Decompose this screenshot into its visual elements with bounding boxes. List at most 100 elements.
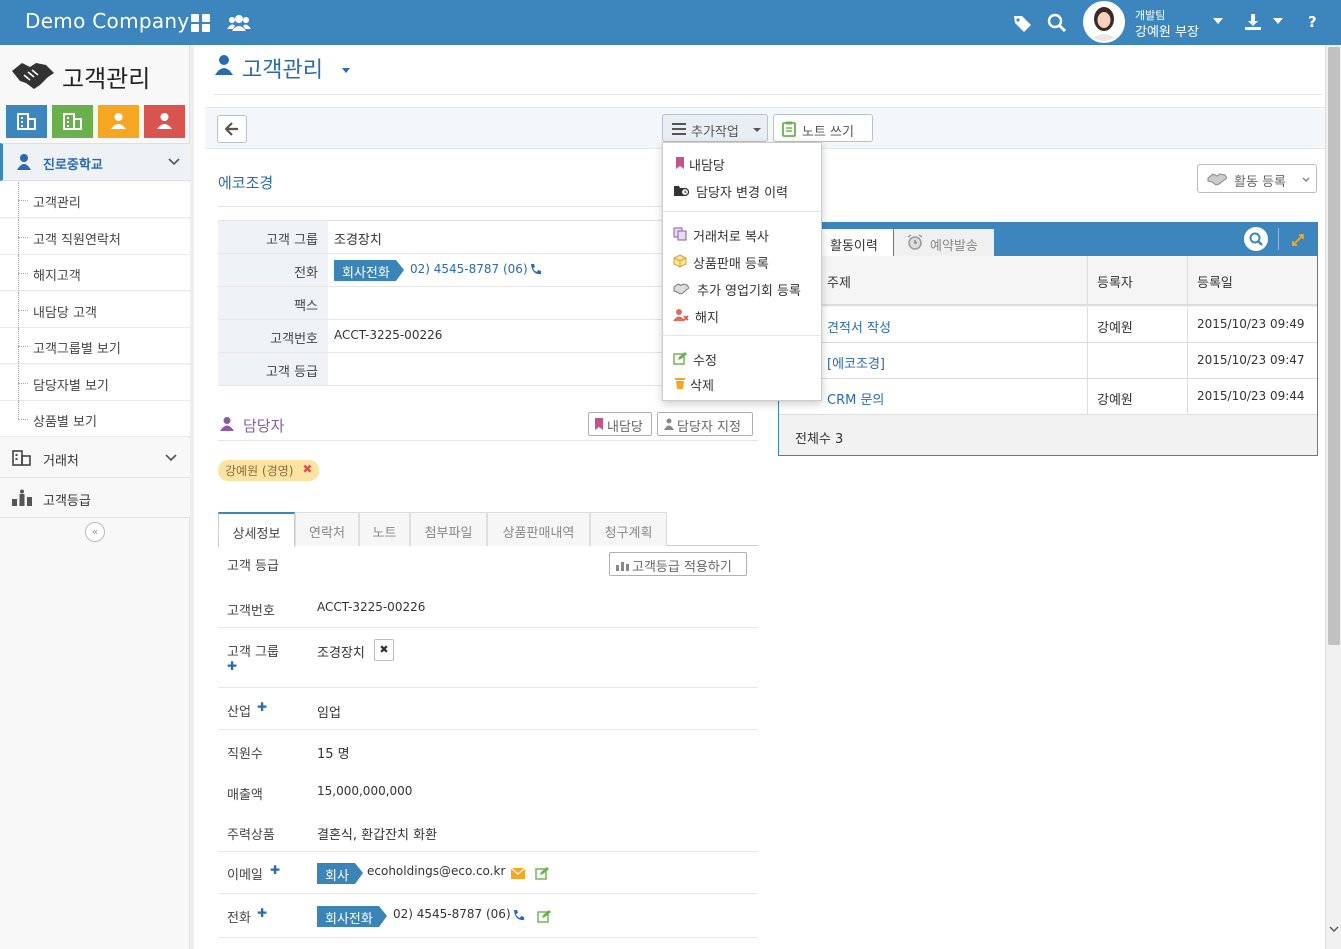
info-row-group: 고객 그룹 조경장치 (218, 221, 668, 254)
quick-button-accounts[interactable] (52, 105, 93, 138)
tab-scheduled-send[interactable]: 예약발송 (894, 229, 994, 256)
user-icon (111, 113, 126, 129)
sidebar-item-active[interactable]: 진로중학교 (0, 143, 190, 181)
menu-item-copy-to-account[interactable]: 거래처로 복사 (663, 222, 821, 246)
sidebar-subitem[interactable]: 해지고객 (0, 255, 190, 291)
user-avatar[interactable] (1083, 1, 1125, 43)
menu-item-edit[interactable]: 수정 (663, 346, 821, 370)
my-owner-button[interactable]: 내담당 (588, 412, 652, 436)
trash-icon (675, 378, 685, 389)
menu-item-product-sale[interactable]: 상품판매 등록 (663, 249, 821, 273)
brand-name[interactable]: Demo Company (25, 9, 190, 33)
menu-item-delete[interactable]: 삭제 (663, 371, 821, 395)
tab-sales-history[interactable]: 상품판매내역 (487, 512, 590, 546)
search-icon[interactable] (1046, 12, 1068, 34)
tab-billing-plan[interactable]: 청구계획 (590, 512, 667, 546)
caret-down-icon[interactable] (1272, 15, 1284, 37)
detail-tabs: 상세정보 연락처 노트 첨부파일 상품판매내역 청구계획 (218, 510, 758, 547)
clipboard-icon (782, 121, 796, 137)
remove-owner-icon[interactable]: ✖ (302, 462, 312, 476)
alarm-clock-icon (907, 234, 923, 250)
sidebar-subitem[interactable]: 담당자별 보기 (0, 365, 190, 401)
sidebar-subitem[interactable]: 내담당 고객 (0, 292, 190, 328)
more-actions-button[interactable]: 추가작업 (662, 114, 768, 142)
sidebar-item-grades[interactable]: 고객등급 (0, 478, 190, 518)
chevron-down-icon[interactable] (168, 158, 180, 166)
add-phone-icon[interactable]: ✚ (257, 906, 267, 920)
grade-icon (12, 489, 32, 506)
email-type-tag: 회사 (317, 863, 363, 884)
apply-grade-button[interactable]: 고객등급 적용하기 (609, 552, 747, 576)
table-row[interactable]: CRM 문의 강예원 2015/10/23 09:44 (779, 379, 1317, 415)
activity-total-count: 전체수 3 (795, 432, 844, 447)
write-note-button[interactable]: 노트 쓰기 (773, 114, 873, 142)
caret-down-icon[interactable] (341, 66, 351, 74)
bookmark-icon (595, 418, 603, 430)
edit-icon[interactable] (535, 866, 549, 880)
page-scrollbar[interactable] (1325, 45, 1341, 949)
detail-row-sales: 매출액 15,000,000,000 (227, 784, 413, 803)
users-icon[interactable] (226, 12, 252, 34)
scroll-down-arrow-icon[interactable] (1329, 925, 1339, 933)
bookmark-icon (676, 157, 684, 169)
phone-link[interactable]: 02) 4545-8787 (06) (410, 262, 528, 276)
info-row-fax: 팩스 (218, 287, 668, 320)
back-button[interactable] (217, 115, 247, 143)
phone-icon[interactable] (529, 263, 543, 277)
register-activity-button[interactable]: 활동 등록 (1197, 164, 1317, 193)
activity-search-button[interactable] (1244, 227, 1268, 251)
more-actions-menu: 내담당 담당자 변경 이력 거래처로 복사 상품판매 등록 추가 영업기회 등록… (662, 142, 822, 401)
activity-panel: 활동이력 예약발송 주제 등록자 등록일 견적서 작성 강예원 2015/10/… (778, 222, 1318, 456)
user-icon (17, 154, 31, 170)
remove-group-button[interactable]: ✖ (374, 639, 394, 661)
tab-attachments[interactable]: 첨부파일 (410, 512, 487, 546)
add-industry-icon[interactable]: ✚ (257, 700, 267, 714)
sidebar-collapse-button[interactable]: « (85, 522, 105, 542)
assign-owner-button[interactable]: 담당자 지정 (657, 412, 753, 436)
sidebar-subitem[interactable]: 고객관리 (0, 182, 190, 218)
tags-icon[interactable] (1012, 12, 1034, 34)
caret-down-icon[interactable] (1212, 15, 1224, 37)
sidebar-subitem[interactable]: 고객그룹별 보기 (0, 328, 190, 364)
edit-icon (673, 352, 687, 365)
apps-grid-icon[interactable] (190, 12, 212, 34)
menu-item-terminate[interactable]: 해지 (663, 303, 821, 327)
detail-row-phone: 전화 ✚ 회사전화 02) 4545-8787 (06) (218, 894, 758, 938)
info-row-number: 고객번호 ACCT-3225-00226 (218, 320, 668, 353)
menu-item-owner-history[interactable]: 담당자 변경 이력 (663, 178, 821, 202)
detail-row-group: 고객 그룹 ✚ 조경장치 ✖ (218, 628, 758, 688)
scrollbar-thumb[interactable] (1328, 47, 1340, 645)
caret-down-icon (753, 128, 761, 132)
detail-row-email: 이메일 ✚ 회사 ecoholdings@eco.co.kr (218, 852, 758, 894)
download-icon[interactable] (1243, 12, 1265, 34)
tab-contacts[interactable]: 연락처 (295, 512, 359, 546)
envelope-icon[interactable] (511, 868, 525, 879)
table-row[interactable]: 견적서 작성 강예원 2015/10/23 09:49 (779, 307, 1317, 343)
menu-item-sales-opportunity[interactable]: 추가 영업기회 등록 (663, 276, 821, 300)
top-bar: Demo Company 개발팀 강예원 부장 ? (0, 0, 1341, 45)
add-group-icon[interactable]: ✚ (227, 659, 237, 673)
phone-link[interactable]: 02) 4545-8787 (06) (393, 907, 511, 921)
search-icon (1249, 232, 1263, 246)
chevron-down-icon[interactable] (165, 454, 177, 462)
user-name[interactable]: 강예원 부장 (1135, 21, 1199, 40)
tab-details[interactable]: 상세정보 (218, 512, 295, 547)
quick-button-companies[interactable] (6, 105, 47, 138)
quick-button-leads[interactable] (144, 105, 185, 138)
add-email-icon[interactable]: ✚ (270, 863, 280, 877)
phone-icon[interactable] (512, 909, 526, 923)
tab-notes[interactable]: 노트 (359, 512, 410, 546)
sidebar-item-accounts[interactable]: 거래처 (0, 438, 190, 478)
expand-icon[interactable] (1291, 233, 1305, 247)
chevron-down-icon (1302, 177, 1310, 182)
edit-icon[interactable] (537, 909, 551, 923)
quick-button-contacts[interactable] (98, 105, 139, 138)
sidebar-subitem[interactable]: 상품별 보기 (0, 401, 190, 437)
phone-type-tag: 회사전화 (334, 260, 404, 281)
help-icon[interactable]: ? (1308, 13, 1330, 35)
info-row-grade: 고객 등급 (218, 353, 668, 386)
table-row[interactable]: [에코조경] 2015/10/23 09:47 (779, 343, 1317, 379)
menu-item-my-owner[interactable]: 내담당 (663, 151, 821, 175)
sidebar-subitem[interactable]: 고객 직원연락처 (0, 219, 190, 255)
activity-table-header: 주제 등록자 등록일 (779, 256, 1317, 306)
